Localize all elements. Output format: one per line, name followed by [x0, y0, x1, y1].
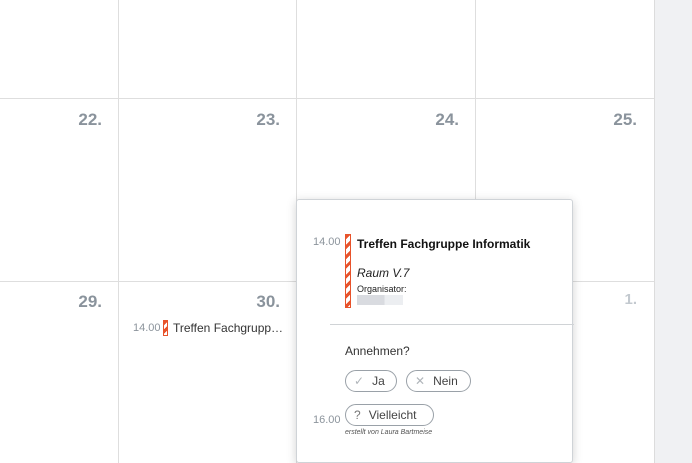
grid-column-divider — [118, 0, 119, 463]
rsvp-question: Annehmen? — [345, 344, 410, 358]
popup-organizer-label: Organisator: — [357, 284, 407, 294]
day-number-30[interactable]: 30. — [218, 292, 280, 312]
day-number-1[interactable]: 1. — [575, 291, 637, 308]
popup-organizer-redacted — [357, 295, 403, 305]
maybe-label: Vielleicht — [368, 408, 417, 422]
decline-button[interactable]: ✕ Nein — [406, 370, 471, 392]
calendar-side-gutter — [654, 0, 692, 463]
day-number-29[interactable]: 29. — [40, 292, 102, 312]
calendar-event[interactable]: 14.00 Treffen Fachgrupp… — [133, 319, 288, 337]
accept-button[interactable]: ✓ Ja — [345, 370, 397, 392]
popup-event-title: Treffen Fachgruppe Informatik — [357, 237, 531, 251]
accept-label: Ja — [372, 374, 385, 388]
event-details-popup: 14.00 Treffen Fachgruppe Informatik Raum… — [296, 199, 574, 463]
maybe-button[interactable]: ? Vielleicht — [345, 404, 434, 426]
created-by-note: erstellt von Laura Bartmeise — [345, 429, 433, 436]
popup-event-stripe — [345, 234, 351, 308]
question-icon: ? — [354, 408, 361, 422]
popup-start-time: 14.00 — [313, 236, 341, 248]
day-number-23[interactable]: 23. — [218, 110, 280, 130]
popup-event-room: Raum V.7 — [357, 266, 410, 280]
decline-label: Nein — [433, 374, 458, 388]
event-title: Treffen Fachgrupp… — [173, 321, 284, 335]
event-status-stripe — [163, 320, 168, 336]
day-number-25[interactable]: 25. — [575, 110, 637, 130]
popup-end-time: 16.00 — [313, 414, 341, 426]
grid-row-divider — [0, 98, 654, 99]
popup-divider — [330, 324, 574, 325]
checkmark-icon: ✓ — [354, 374, 365, 388]
event-time: 14.00 — [133, 322, 161, 334]
cross-icon: ✕ — [415, 374, 426, 388]
day-number-24[interactable]: 24. — [397, 110, 459, 130]
day-number-22[interactable]: 22. — [40, 110, 102, 130]
